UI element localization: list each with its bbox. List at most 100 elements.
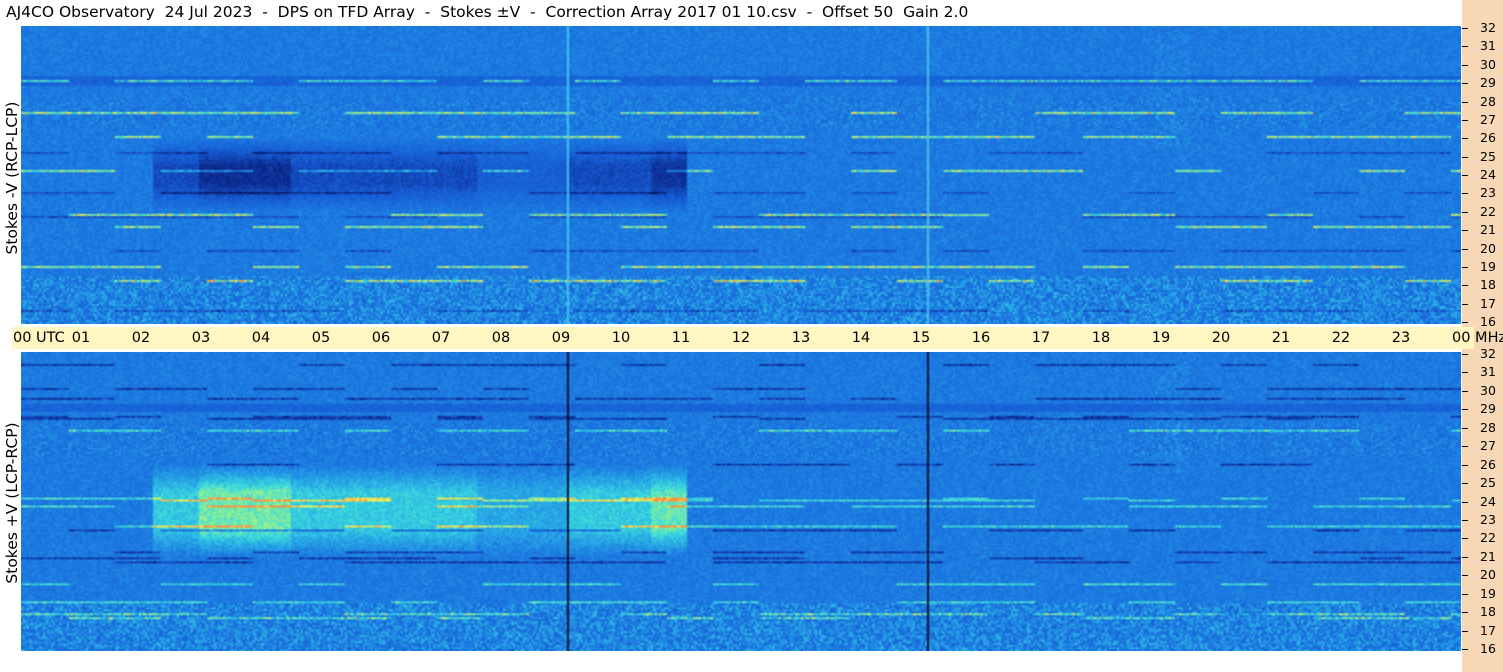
- frequency-tick-label: 22: [1480, 530, 1496, 546]
- frequency-tick-label: 30: [1480, 382, 1496, 398]
- time-tick-label: 09: [551, 330, 571, 346]
- frequency-tick-label: 17: [1480, 622, 1496, 638]
- frequency-tick-label: 18: [1480, 604, 1496, 620]
- frequency-tick-mark: [1462, 372, 1468, 373]
- time-tick-label: 06: [371, 330, 391, 346]
- frequency-tick-mark: [1462, 575, 1468, 576]
- frequency-tick-mark: [1462, 138, 1468, 139]
- frequency-tick-label: 24: [1480, 493, 1496, 509]
- frequency-tick-label: 17: [1480, 295, 1496, 311]
- frequency-tick-mark: [1462, 193, 1468, 194]
- frequency-tick-label: 20: [1480, 240, 1496, 256]
- top-spectrogram-panel: [21, 26, 1461, 324]
- time-tick-label: 21: [1271, 330, 1291, 346]
- frequency-tick-mark: [1462, 465, 1468, 466]
- time-tick-label: 01: [71, 330, 91, 346]
- time-tick-label: 19: [1151, 330, 1171, 346]
- time-tick-label: 17: [1031, 330, 1051, 346]
- frequency-tick-label: 30: [1480, 56, 1496, 72]
- frequency-tick-label: 26: [1480, 130, 1496, 146]
- frequency-tick-label: 23: [1480, 511, 1496, 527]
- time-tick-label: 02: [131, 330, 151, 346]
- frequency-tick-label: 27: [1480, 438, 1496, 454]
- time-tick-label: 22: [1331, 330, 1351, 346]
- frequency-tick-mark: [1462, 28, 1468, 29]
- time-tick-label: 08: [491, 330, 511, 346]
- frequency-tick-mark: [1462, 65, 1468, 66]
- frequency-tick-mark: [1462, 520, 1468, 521]
- time-tick-label: 10: [611, 330, 631, 346]
- frequency-tick-mark: [1462, 483, 1468, 484]
- time-tick-label: 18: [1091, 330, 1111, 346]
- frequency-tick-mark: [1462, 446, 1468, 447]
- frequency-tick-mark: [1462, 354, 1468, 355]
- bottom-spectrogram-heatmap: [21, 352, 1461, 651]
- frequency-tick-mark: [1462, 267, 1468, 268]
- frequency-tick-mark: [1462, 612, 1468, 613]
- frequency-tick-mark: [1462, 102, 1468, 103]
- time-tick-label: 14: [851, 330, 871, 346]
- time-tick-label: 15: [911, 330, 931, 346]
- time-tick-label: 23: [1391, 330, 1411, 346]
- frequency-tick-mark: [1462, 428, 1468, 429]
- top-panel-ylabel: Stokes -V (RCP-LCP): [3, 101, 21, 255]
- frequency-tick-mark: [1462, 391, 1468, 392]
- time-tick-label: 00 UTC: [13, 330, 65, 346]
- frequency-tick-mark: [1462, 157, 1468, 158]
- frequency-tick-mark: [1462, 538, 1468, 539]
- frequency-tick-mark: [1462, 46, 1468, 47]
- frequency-tick-label: 21: [1480, 222, 1496, 238]
- frequency-tick-mark: [1462, 83, 1468, 84]
- frequency-tick-mark: [1462, 175, 1468, 176]
- frequency-tick-label: 28: [1480, 419, 1496, 435]
- time-tick-label: 05: [311, 330, 331, 346]
- frequency-tick-mark: [1462, 120, 1468, 121]
- frequency-tick-label: 24: [1480, 167, 1496, 182]
- time-tick-label: 03: [191, 330, 211, 346]
- frequency-tick-mark: [1462, 594, 1468, 595]
- frequency-tick-mark: [1462, 631, 1468, 632]
- frequency-tick-label: 29: [1480, 75, 1496, 91]
- frequency-tick-label: 16: [1480, 641, 1496, 656]
- frequency-tick-label: 19: [1480, 258, 1496, 274]
- frequency-tick-label: 31: [1480, 364, 1496, 380]
- bottom-panel-ylabel: Stokes +V (LCP-RCP): [3, 422, 21, 584]
- frequency-tick-label: 31: [1480, 38, 1496, 54]
- frequency-tick-mark: [1462, 230, 1468, 231]
- frequency-tick-label: 23: [1480, 185, 1496, 201]
- frequency-tick-mark: [1462, 322, 1468, 323]
- frequency-tick-label: 25: [1480, 475, 1496, 491]
- frequency-tick-label: 29: [1480, 401, 1496, 417]
- frequency-tick-mark: [1462, 285, 1468, 286]
- frequency-tick-label: 25: [1480, 148, 1496, 164]
- frequency-tick-label: 21: [1480, 548, 1496, 564]
- time-tick-label: 11: [671, 330, 691, 346]
- frequency-tick-label: 26: [1480, 456, 1496, 472]
- bottom-spectrogram-panel: [21, 352, 1461, 651]
- frequency-tick-label: 19: [1480, 585, 1496, 601]
- frequency-tick-label: 16: [1480, 314, 1496, 329]
- time-tick-label: 07: [431, 330, 451, 346]
- frequency-tick-label: 28: [1480, 93, 1496, 109]
- frequency-tick-label: 27: [1480, 111, 1496, 127]
- time-tick-label: 12: [731, 330, 751, 346]
- frequency-tick-label: 32: [1480, 20, 1496, 35]
- frequency-tick-label: 18: [1480, 277, 1496, 293]
- time-tick-label: 20: [1211, 330, 1231, 346]
- frequency-tick-label: 32: [1480, 346, 1496, 361]
- frequency-tick-mark: [1462, 409, 1468, 410]
- time-tick-label: 16: [971, 330, 991, 346]
- frequency-tick-mark: [1462, 557, 1468, 558]
- frequency-tick-mark: [1462, 502, 1468, 503]
- frequency-tick-mark: [1462, 212, 1468, 213]
- time-tick-label: 04: [251, 330, 271, 346]
- chart-title: AJ4CO Observatory 24 Jul 2023 - DPS on T…: [6, 3, 969, 21]
- time-tick-label: 00 MHz: [1452, 330, 1503, 346]
- time-tick-label: 13: [791, 330, 811, 346]
- top-spectrogram-heatmap: [21, 26, 1461, 324]
- frequency-tick-label: 22: [1480, 203, 1496, 219]
- frequency-tick-mark: [1462, 249, 1468, 250]
- frequency-tick-mark: [1462, 649, 1468, 650]
- frequency-tick-mark: [1462, 304, 1468, 305]
- frequency-tick-label: 20: [1480, 567, 1496, 583]
